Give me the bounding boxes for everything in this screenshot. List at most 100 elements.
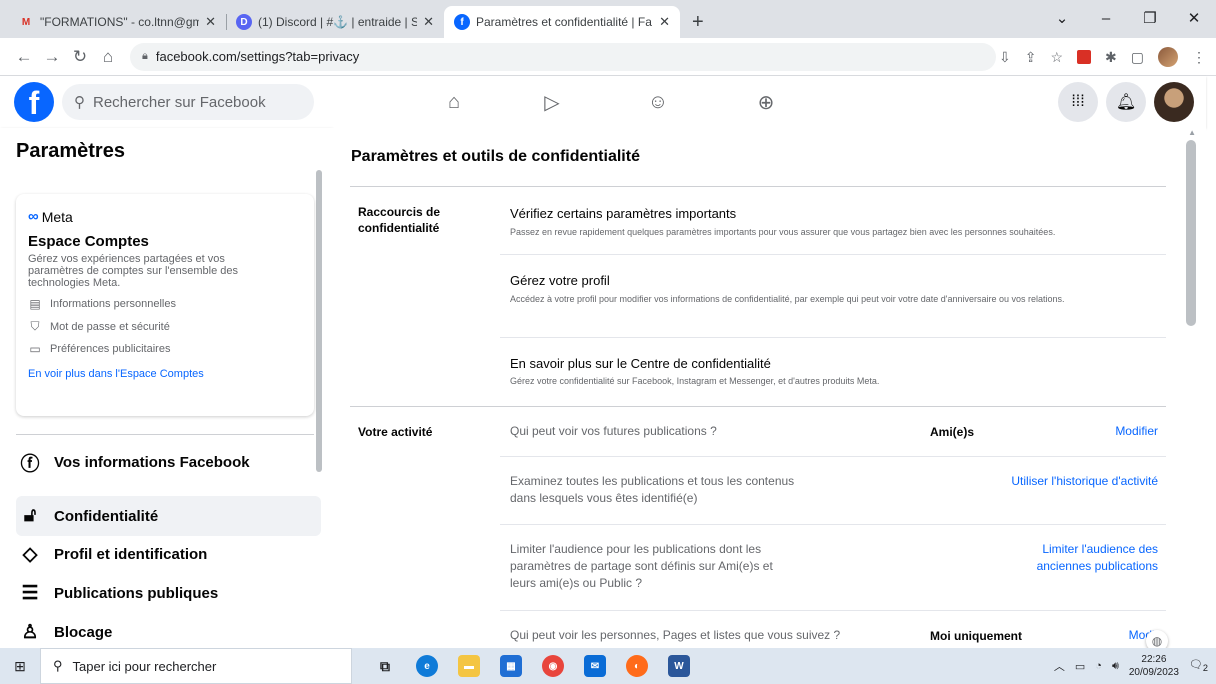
tray-chevron-icon[interactable]: ︿	[1054, 658, 1065, 674]
taskbar-search-input[interactable]: ⚲ Taper ici pour rechercher	[40, 648, 352, 684]
puzzle-icon[interactable]: ✱	[1105, 49, 1117, 66]
back-icon[interactable]: ←	[10, 47, 38, 67]
browser-tab-gmail[interactable]: M "FORMATIONS" - co.ltnn@gmail ✕	[8, 6, 226, 38]
settings-sidebar: Paramètres ∞ Meta Espace Comptes Gérez v…	[0, 128, 332, 648]
store-icon[interactable]: ▦	[500, 655, 522, 677]
menu-grid-icon[interactable]: ⁞⁞⁞	[1058, 82, 1098, 122]
address-bar: ← → ↻ ⌂ 🔒︎ facebook.com/settings?tab=pri…	[0, 38, 1216, 76]
install-icon[interactable]: ⇩	[999, 49, 1011, 66]
facebook-search-input[interactable]: ⚲ Rechercher sur Facebook	[62, 84, 314, 120]
chrome-icon[interactable]: ◉	[542, 655, 564, 677]
url-text: facebook.com/settings?tab=privacy	[155, 49, 360, 64]
file-explorer-icon[interactable]: ▬	[458, 655, 480, 677]
sidebar-scrollbar[interactable]	[316, 170, 322, 472]
browser-tab-facebook[interactable]: f Paramètres et confidentialité | Fa ✕	[444, 6, 680, 38]
row-divider	[500, 524, 1166, 525]
extension-icon[interactable]	[1077, 50, 1092, 64]
gmail-icon: M	[21, 16, 31, 28]
menu-kebab-icon[interactable]: ⋮	[1192, 49, 1206, 66]
sidebar-item-profile-tagging[interactable]: ◇ Profil et identification	[16, 534, 321, 574]
main-scrollbar[interactable]	[1186, 140, 1196, 326]
shortcut-desc: Gérez votre confidentialité sur Facebook…	[510, 376, 880, 386]
meta-logo-text: Meta	[41, 208, 73, 225]
meta-infinity-icon: ∞	[28, 208, 39, 225]
sidepanel-icon[interactable]: ▢	[1131, 49, 1144, 66]
system-tray: ︿ ▭ ◔ 🔊︎ 22:26 20/09/2023 🗨︎2	[1054, 648, 1208, 684]
facebook-circle-icon: ⓕ	[20, 453, 40, 475]
shortcut-title: En savoir plus sur le Centre de confiden…	[510, 356, 771, 371]
gaming-icon[interactable]: ⊕	[736, 76, 796, 128]
clock-time: 22:26	[1141, 654, 1167, 665]
close-icon[interactable]: ✕	[423, 14, 434, 30]
notification-center-icon[interactable]: 🗨︎2	[1189, 658, 1208, 673]
activity-question: Qui peut voir vos futures publications ?	[510, 424, 717, 438]
row-divider	[500, 456, 1166, 457]
watch-icon[interactable]: ▷	[522, 76, 582, 128]
volume-icon[interactable]: 🔊︎	[1112, 660, 1119, 673]
url-input[interactable]: 🔒︎ facebook.com/settings?tab=privacy	[130, 42, 996, 71]
accounts-center-link[interactable]: En voir plus dans l'Espace Comptes	[28, 368, 302, 380]
accounts-item-personal-info[interactable]: ▤ Informations personnelles	[28, 297, 302, 311]
bookmark-star-icon[interactable]: ☆	[1050, 49, 1063, 66]
profile-avatar[interactable]	[1154, 82, 1194, 122]
search-icon: ⚲	[53, 658, 63, 673]
scroll-up-icon[interactable]: ▲	[1188, 128, 1196, 137]
notifications-bell-icon[interactable]: 🔔︎	[1106, 82, 1146, 122]
network-icon[interactable]: ▭	[1075, 660, 1085, 673]
tab-title: "FORMATIONS" - co.ltnn@gmail	[40, 15, 200, 29]
search-placeholder: Rechercher sur Facebook	[93, 93, 266, 111]
tab-search-icon[interactable]: ⌄	[1040, 9, 1084, 27]
wifi-icon[interactable]: ◔	[1095, 660, 1102, 672]
sidebar-item-label: Publications publiques	[54, 584, 219, 602]
header-right-actions: ⁞⁞⁞ 🔔︎	[1058, 82, 1194, 122]
close-icon[interactable]: ✕	[205, 14, 216, 30]
task-view-icon[interactable]: ⧉	[374, 655, 396, 677]
sidebar-item-blocking[interactable]: ♙ Blocage	[16, 612, 321, 648]
groups-icon[interactable]: ☺	[628, 76, 688, 128]
accounts-item-label: Informations personnelles	[50, 298, 176, 310]
page-title: Paramètres et outils de confidentialité	[351, 148, 640, 165]
home-browser-icon[interactable]: ⌂	[94, 47, 122, 67]
minimize-icon[interactable]: –	[1084, 10, 1128, 27]
privacy-settings-main: Paramètres et outils de confidentialité …	[332, 128, 1206, 648]
activity-question: Examinez toutes les publications et tous…	[510, 474, 795, 505]
shortcut-title: Vérifiez certains paramètres importants	[510, 206, 737, 221]
restore-icon[interactable]: ❐	[1128, 9, 1172, 27]
share-icon[interactable]: ⇪	[1025, 49, 1037, 66]
firefox-icon[interactable]: ◐	[626, 655, 648, 677]
sidebar-item-label: Blocage	[54, 623, 113, 641]
row-divider	[500, 337, 1166, 338]
facebook-logo-icon[interactable]: f	[14, 82, 54, 122]
word-icon[interactable]: W	[668, 655, 690, 677]
sidebar-item-privacy[interactable]: 🔓︎ Confidentialité	[16, 496, 321, 536]
id-card-icon: ▤	[29, 297, 41, 311]
forward-icon[interactable]: →	[38, 47, 66, 67]
sidebar-item-public-posts[interactable]: ☰ Publications publiques	[16, 573, 321, 613]
activity-log-button[interactable]: Utiliser l'historique d'activité	[1011, 473, 1158, 490]
search-icon: ⚲	[74, 94, 85, 111]
notification-count: 2	[1202, 663, 1208, 674]
accounts-item-ad-preferences[interactable]: ▭ Préférences publicitaires	[28, 342, 302, 356]
monitor-icon: ▭	[29, 342, 41, 356]
home-icon[interactable]: ⌂	[424, 76, 484, 128]
sidebar-item-your-facebook-info[interactable]: ⓕ Vos informations Facebook	[16, 442, 321, 482]
edit-future-posts-button[interactable]: Modifier	[1115, 423, 1158, 440]
shortcut-desc: Passez en revue rapidement quelques para…	[510, 227, 1056, 237]
browser-tab-discord[interactable]: D (1) Discord | #⚓ | entraide | SA ✕	[226, 6, 444, 38]
limit-past-posts-button[interactable]: Limiter l'audience des anciennes publica…	[1008, 541, 1158, 575]
new-tab-button[interactable]: +	[680, 6, 716, 38]
discord-icon: D	[236, 14, 252, 30]
clock[interactable]: 22:26 20/09/2023	[1129, 653, 1179, 679]
browser-profile-avatar[interactable]	[1158, 47, 1178, 67]
accounts-center-title: Espace Comptes	[28, 233, 149, 250]
language-globe-icon[interactable]: ◍	[1146, 630, 1168, 648]
windows-start-icon[interactable]: ⊞	[0, 658, 40, 675]
reload-icon[interactable]: ↻	[66, 47, 94, 67]
mail-icon[interactable]: ✉	[584, 655, 606, 677]
close-window-icon[interactable]: ✕	[1172, 9, 1216, 27]
close-icon[interactable]: ✕	[659, 14, 670, 30]
accounts-item-password-security[interactable]: ⛉ Mot de passe et sécurité	[28, 319, 302, 334]
edge-icon[interactable]: e	[416, 655, 438, 677]
window-controls: ⌄ – ❐ ✕	[1040, 0, 1216, 36]
shortcut-title: Gérez votre profil	[510, 273, 610, 288]
